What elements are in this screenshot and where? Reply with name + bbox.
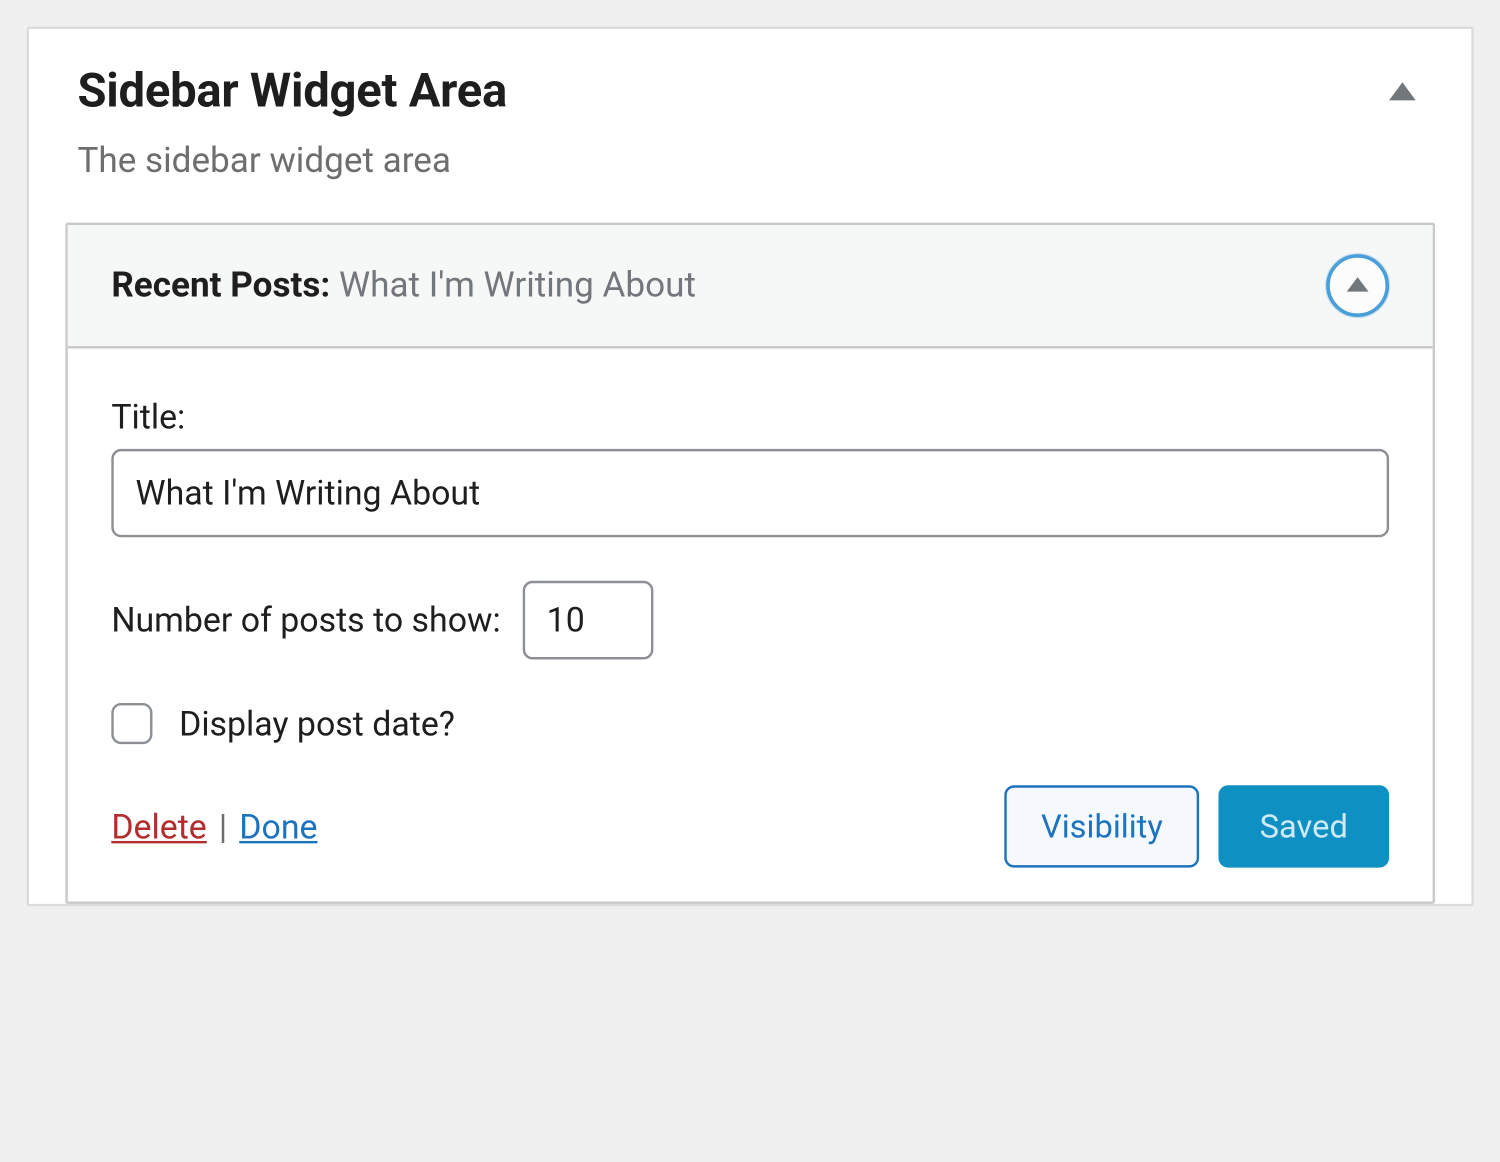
widget-collapse-toggle[interactable]	[1326, 254, 1389, 317]
title-label: Title:	[111, 397, 1389, 437]
post-count-input[interactable]	[522, 581, 653, 660]
chevron-up-icon[interactable]	[1389, 82, 1416, 100]
widget-actions: Delete | Done Visibility Saved	[111, 778, 1389, 868]
post-count-field: Number of posts to show:	[111, 581, 1389, 660]
display-date-field: Display post date?	[111, 703, 1389, 744]
title-field: Title:	[111, 397, 1389, 537]
title-input[interactable]	[111, 449, 1389, 537]
widget-recent-posts: Recent Posts: What I'm Writing About Tit…	[65, 223, 1435, 904]
widget-body: Title: Number of posts to show: Display …	[68, 348, 1433, 901]
action-separator: |	[219, 806, 227, 846]
chevron-up-icon	[1347, 277, 1369, 292]
saved-button[interactable]: Saved	[1218, 785, 1389, 867]
done-link[interactable]: Done	[239, 806, 317, 846]
sidebar-widget-area-panel: Sidebar Widget Area The sidebar widget a…	[27, 27, 1474, 907]
panel-header-text: Sidebar Widget Area The sidebar widget a…	[77, 63, 1389, 182]
widget-title-colon: :	[320, 265, 339, 306]
widget-type-label: Recent Posts	[111, 265, 320, 306]
widget-name: What I'm Writing About	[339, 265, 696, 306]
delete-link[interactable]: Delete	[111, 806, 206, 846]
post-count-label: Number of posts to show:	[111, 600, 500, 640]
display-date-checkbox[interactable]	[111, 703, 152, 744]
panel-title: Sidebar Widget Area	[77, 63, 1389, 119]
panel-header[interactable]: Sidebar Widget Area The sidebar widget a…	[29, 29, 1471, 223]
widget-title: Recent Posts: What I'm Writing About	[111, 265, 1326, 306]
visibility-button[interactable]: Visibility	[1005, 785, 1199, 867]
widget-header[interactable]: Recent Posts: What I'm Writing About	[68, 225, 1433, 348]
panel-description: The sidebar widget area	[77, 140, 1389, 181]
display-date-label: Display post date?	[179, 704, 455, 744]
